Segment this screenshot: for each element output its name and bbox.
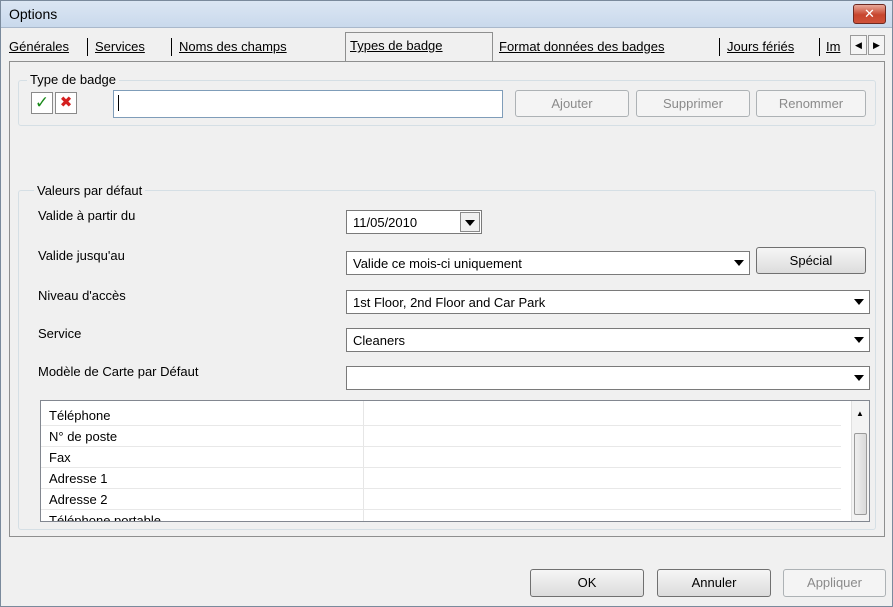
list-item[interactable]: N° de poste bbox=[41, 426, 841, 447]
valid-from-value: 11/05/2010 bbox=[353, 215, 418, 230]
list-item-label: Téléphone portable bbox=[49, 513, 162, 522]
tab-types-de-badge[interactable]: Types de badge bbox=[345, 32, 493, 62]
service-select[interactable]: Cleaners bbox=[346, 328, 870, 352]
list-scrollbar[interactable]: ▲ bbox=[851, 401, 869, 521]
access-level-value: 1st Floor, 2nd Floor and Car Park bbox=[353, 295, 546, 310]
tab-scroll-right-icon[interactable]: ▶ bbox=[868, 35, 885, 55]
rename-button[interactable]: Renommer bbox=[756, 90, 866, 117]
list-item-label: Adresse 2 bbox=[49, 492, 108, 507]
text-caret bbox=[118, 95, 119, 111]
chevron-down-icon bbox=[854, 375, 864, 381]
chevron-down-icon bbox=[854, 337, 864, 343]
list-item-label: Fax bbox=[49, 450, 71, 465]
tab-noms-des-champs[interactable]: Noms des champs bbox=[175, 34, 291, 60]
valid-until-value: Valide ce mois-ci uniquement bbox=[353, 256, 522, 271]
tab-separator bbox=[719, 38, 720, 56]
card-model-select[interactable] bbox=[346, 366, 870, 390]
access-level-label: Niveau d'accès bbox=[38, 288, 126, 303]
type-badge-group-title: Type de badge bbox=[27, 72, 120, 87]
list-item[interactable]: Téléphone portable bbox=[41, 510, 841, 522]
add-button[interactable]: Ajouter bbox=[515, 90, 629, 117]
tab-separator bbox=[819, 38, 820, 56]
tab-separator bbox=[171, 38, 172, 56]
cancel-edit-button[interactable]: ✖ bbox=[55, 92, 77, 114]
list-item-label: Adresse 1 bbox=[49, 471, 108, 486]
list-item-label: N° de poste bbox=[49, 429, 118, 444]
delete-button[interactable]: Supprimer bbox=[636, 90, 750, 117]
apply-button[interactable]: Appliquer bbox=[783, 569, 886, 597]
title-bar: Options ✕ bbox=[1, 1, 892, 28]
service-label: Service bbox=[38, 326, 82, 341]
valid-until-select[interactable]: Valide ce mois-ci uniquement bbox=[346, 251, 750, 275]
red-x-icon: ✖ bbox=[59, 94, 73, 111]
tab-strip: Générales Services Noms des champs Types… bbox=[5, 32, 890, 62]
options-dialog: Options ✕ Générales Services Noms des ch… bbox=[0, 0, 893, 607]
special-button[interactable]: Spécial bbox=[756, 247, 866, 274]
valid-until-label: Valide jusqu'au bbox=[38, 248, 125, 263]
list-item[interactable]: Fax bbox=[41, 447, 841, 468]
scroll-up-icon[interactable]: ▲ bbox=[856, 409, 864, 418]
card-model-label: Modèle de Carte par Défaut bbox=[38, 364, 199, 379]
accept-button[interactable]: ✓ bbox=[31, 92, 53, 114]
tab-page-types-de-badge: Type de badge ✓ ✖ Ajouter Supprimer Reno… bbox=[9, 61, 885, 537]
valid-from-label: Valide à partir du bbox=[38, 208, 136, 223]
close-icon: ✕ bbox=[864, 6, 875, 21]
checkmark-icon: ✓ bbox=[34, 93, 50, 112]
list-item[interactable]: Adresse 2 bbox=[41, 489, 841, 510]
tab-scroll-left-icon[interactable]: ◀ bbox=[850, 35, 867, 55]
service-value: Cleaners bbox=[353, 333, 406, 348]
window-title: Options bbox=[9, 6, 58, 22]
access-level-select[interactable]: 1st Floor, 2nd Floor and Car Park bbox=[346, 290, 870, 314]
list-item[interactable]: Adresse 1 bbox=[41, 468, 841, 489]
chevron-down-icon bbox=[854, 299, 864, 305]
tab-im[interactable]: Im bbox=[822, 34, 844, 60]
list-item[interactable]: Téléphone bbox=[41, 405, 841, 426]
tab-separator bbox=[87, 38, 88, 56]
ok-button[interactable]: OK bbox=[530, 569, 644, 597]
valid-from-date-picker[interactable]: 11/05/2010 bbox=[346, 210, 482, 234]
type-badge-group: Type de badge ✓ ✖ Ajouter Supprimer Reno… bbox=[18, 72, 876, 126]
cancel-button[interactable]: Annuler bbox=[657, 569, 771, 597]
chevron-down-icon bbox=[465, 220, 475, 226]
tab-generales[interactable]: Générales bbox=[5, 34, 73, 60]
fields-list[interactable]: Téléphone N° de poste Fax Adresse 1 Adre… bbox=[40, 400, 870, 522]
tab-jours-feries[interactable]: Jours fériés bbox=[723, 34, 798, 60]
defaults-group-title: Valeurs par défaut bbox=[34, 183, 146, 198]
chevron-down-icon bbox=[734, 260, 744, 266]
date-dropdown-button[interactable] bbox=[460, 212, 480, 232]
close-button[interactable]: ✕ bbox=[853, 4, 886, 24]
list-item-label: Téléphone bbox=[49, 408, 111, 423]
tab-services[interactable]: Services bbox=[91, 34, 149, 60]
scrollbar-thumb[interactable] bbox=[854, 433, 867, 515]
badge-type-name-input[interactable] bbox=[113, 90, 503, 118]
tab-format-donnees[interactable]: Format données des badges bbox=[495, 34, 669, 60]
